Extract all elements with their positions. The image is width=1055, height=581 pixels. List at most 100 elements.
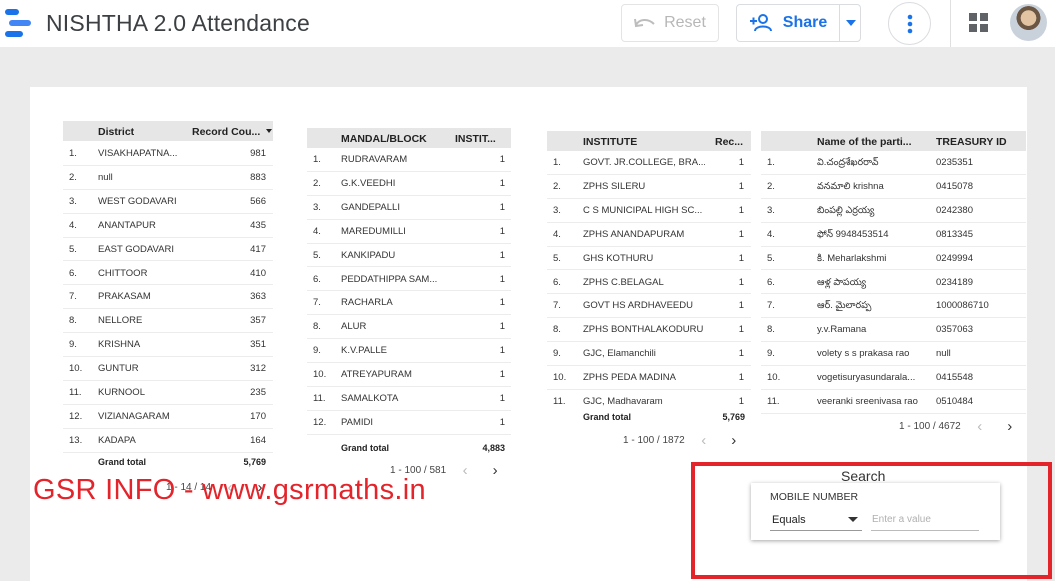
- row-value: 1: [738, 228, 744, 240]
- row-value: 0813345: [936, 228, 973, 240]
- report-title[interactable]: NISHTHA 2.0 Attendance: [46, 10, 310, 37]
- institute-table: INSTITUTE Rec... 1. GOVT. JR.COLLEGE, BRA…: [547, 131, 751, 427]
- table-row[interactable]: 2. వనమాలి krishna 0415078: [761, 175, 1026, 199]
- table-row[interactable]: 8. ZPHS BONTHALAKODURU 1: [547, 318, 751, 343]
- table-row[interactable]: 6. ఆళ్ల పాపయ్య 0234189: [761, 271, 1026, 295]
- district-table: District Record Cou... 1. VISAKHAPATNA...…: [63, 121, 273, 471]
- row-index: 5.: [313, 249, 321, 261]
- table-row[interactable]: 3. WEST GODAVARI 566: [63, 190, 273, 214]
- column-header-record-count[interactable]: Record Cou...: [192, 126, 264, 138]
- row-index: 4.: [553, 228, 561, 240]
- table-row[interactable]: 6. PEDDATHIPPA SAM... 1: [307, 268, 511, 292]
- table-row[interactable]: 4. ఫోన్ 9948453514 0813345: [761, 223, 1026, 247]
- column-header-district[interactable]: District: [98, 126, 188, 138]
- table-row[interactable]: 7. GOVT HS ARDHAVEEDU 1: [547, 294, 751, 319]
- table-row[interactable]: 10. ZPHS PEDA MADINA 1: [547, 366, 751, 390]
- row-index: 11.: [553, 396, 566, 406]
- row-label: ఆళ్ల పాపయ్య: [817, 276, 867, 288]
- next-page-icon[interactable]: ›: [999, 418, 1021, 435]
- top-bar: NISHTHA 2.0 Attendance Reset Share: [0, 0, 1055, 47]
- table-row[interactable]: 6. ZPHS C.BELAGAL 1: [547, 271, 751, 295]
- row-label: KANKIPADU: [341, 249, 396, 261]
- share-dropdown-button[interactable]: [840, 5, 861, 41]
- table-row[interactable]: 5. GHS KOTHURU 1: [547, 247, 751, 271]
- row-index: 10.: [553, 372, 567, 384]
- row-value: 363: [250, 291, 266, 303]
- table-row[interactable]: 8. y.v.Ramana 0357063: [761, 318, 1026, 343]
- row-label: ఫోన్ 9948453514: [817, 228, 889, 240]
- table-row[interactable]: 8. ALUR 1: [307, 315, 511, 340]
- table-row[interactable]: 5. KANKIPADU 1: [307, 244, 511, 268]
- column-header-participant-name[interactable]: Name of the parti...: [817, 136, 929, 148]
- table-row[interactable]: 7. ఆర్. మైలారప్ప 1000086710: [761, 294, 1026, 319]
- table-row[interactable]: 1. వి.చంద్రశేఖరరావ్ 0235351: [761, 151, 1026, 175]
- table-row[interactable]: 9. K.V.PALLE 1: [307, 339, 511, 364]
- reset-button[interactable]: Reset: [621, 4, 719, 42]
- table-row[interactable]: 5. కి. Meharlakshmi 0249994: [761, 247, 1026, 271]
- row-value: 351: [250, 339, 266, 351]
- table-row[interactable]: 2. null 883: [63, 166, 273, 190]
- next-page-icon[interactable]: ›: [484, 462, 506, 479]
- table-row[interactable]: 4. ANANTAPUR 435: [63, 214, 273, 238]
- table-row[interactable]: 1. GOVT. JR.COLLEGE, BRA... 1: [547, 151, 751, 175]
- operator-select[interactable]: Equals: [770, 509, 862, 531]
- table-row[interactable]: 11. SAMALKOTA 1: [307, 387, 511, 411]
- table-row[interactable]: 13. KADAPA 164: [63, 429, 273, 453]
- table-row[interactable]: 10. vogetisuryasundarala... 0415548: [761, 366, 1026, 390]
- table-row[interactable]: 1. VISAKHAPATNA... 981: [63, 142, 273, 166]
- table-row[interactable]: 7. RACHARLA 1: [307, 291, 511, 316]
- row-index: 1.: [553, 157, 561, 168]
- table-row[interactable]: 12. VIZIANAGARAM 170: [63, 405, 273, 429]
- table-row[interactable]: 3. C S MUNICIPAL HIGH SC... 1: [547, 199, 751, 223]
- previous-page-icon[interactable]: ‹: [454, 462, 476, 479]
- table-row[interactable]: 7. PRAKASAM 363: [63, 285, 273, 310]
- table-row[interactable]: 6. CHITTOOR 410: [63, 262, 273, 286]
- table-row[interactable]: 8. NELLORE 357: [63, 309, 273, 334]
- row-value: 883: [250, 171, 266, 183]
- column-header-treasury-id[interactable]: TREASURY ID: [936, 136, 1024, 148]
- table-row[interactable]: 2. G.K.VEEDHI 1: [307, 172, 511, 196]
- data-studio-logo-icon[interactable]: [5, 9, 31, 37]
- previous-page-icon[interactable]: ‹: [693, 432, 715, 449]
- table-row[interactable]: 4. MAREDUMILLI 1: [307, 220, 511, 244]
- table-row[interactable]: 9. KRISHNA 351: [63, 333, 273, 358]
- table-row[interactable]: 9. volety s s prakasa rao null: [761, 342, 1026, 367]
- table-row[interactable]: 3. GANDEPALLI 1: [307, 196, 511, 220]
- grand-total-value: 4,883: [482, 443, 505, 453]
- apps-grid-icon[interactable]: [969, 13, 989, 33]
- user-avatar[interactable]: [1010, 4, 1047, 41]
- row-index: 5.: [767, 252, 775, 264]
- more-options-button[interactable]: [888, 2, 931, 45]
- column-header-mandal[interactable]: MANDAL/BLOCK: [341, 133, 451, 145]
- table-row[interactable]: 9. GJC, Elamanchili 1: [547, 342, 751, 367]
- table-row[interactable]: 11. KURNOOL 235: [63, 381, 273, 405]
- row-label: VISAKHAPATNA...: [98, 148, 178, 159]
- row-value: 357: [250, 315, 266, 327]
- table-header: Name of the parti... TREASURY ID: [761, 131, 1026, 151]
- table-row[interactable]: 10. ATREYAPURAM 1: [307, 363, 511, 387]
- filter-value-input[interactable]: [871, 509, 979, 531]
- row-index: 5.: [553, 252, 561, 264]
- share-button[interactable]: Share: [736, 4, 861, 42]
- row-index: 11.: [767, 396, 780, 407]
- next-page-icon[interactable]: ›: [723, 432, 745, 449]
- grand-total-label: Grand total: [98, 457, 147, 467]
- previous-page-icon[interactable]: ‹: [969, 418, 991, 435]
- table-row[interactable]: 10. GUNTUR 312: [63, 357, 273, 381]
- column-header-institute-count[interactable]: INSTIT...: [455, 133, 507, 145]
- table-row[interactable]: 4. ZPHS ANANDAPURAM 1: [547, 223, 751, 247]
- table-row[interactable]: 11. veeranki sreenivasa rao 0510484: [761, 390, 1026, 414]
- row-value: 410: [250, 267, 266, 279]
- table-row[interactable]: 3. బింపల్లి ఎర్రయ్య 0242380: [761, 199, 1026, 223]
- table-row[interactable]: 2. ZPHS SILERU 1: [547, 175, 751, 199]
- table-row[interactable]: 1. RUDRAVARAM 1: [307, 148, 511, 172]
- sort-desc-icon[interactable]: [266, 129, 272, 133]
- table-row[interactable]: 11. GJC, Madhavaram 1: [547, 390, 751, 406]
- table-row[interactable]: 12. PAMIDI 1: [307, 411, 511, 435]
- row-value: 1: [499, 393, 505, 404]
- row-index: 6.: [553, 276, 561, 288]
- row-index: 9.: [767, 348, 775, 360]
- search-title: Search: [841, 468, 886, 484]
- row-index: 6.: [767, 276, 775, 288]
- table-row[interactable]: 5. EAST GODAVARI 417: [63, 238, 273, 262]
